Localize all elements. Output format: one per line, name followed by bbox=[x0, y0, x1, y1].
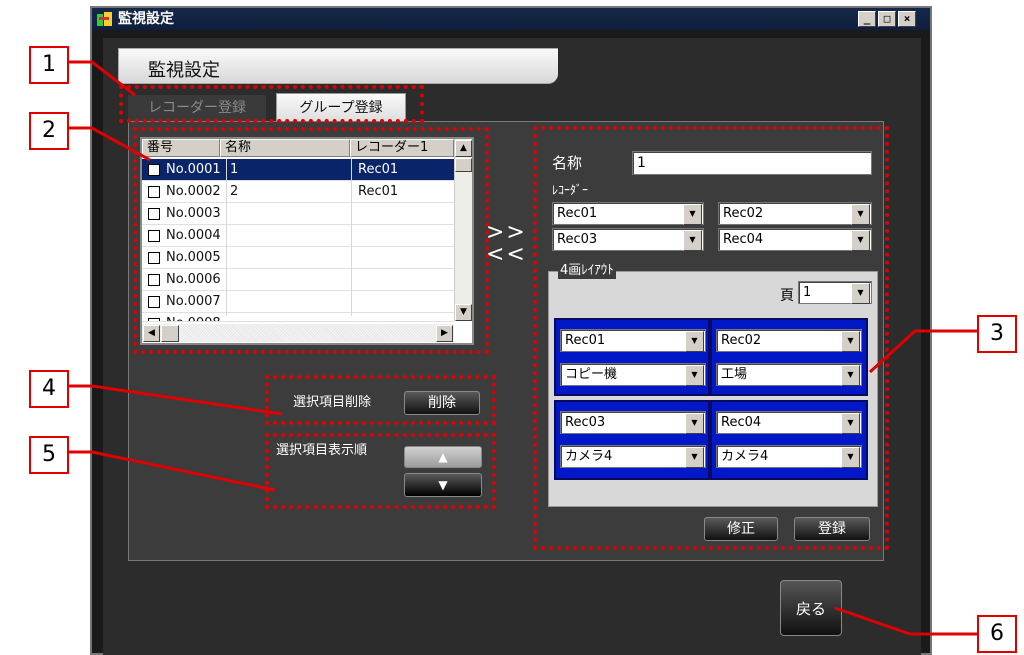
callout-1: 1 bbox=[29, 46, 69, 84]
callout-6: 6 bbox=[977, 615, 1017, 653]
callout-4: 4 bbox=[29, 370, 69, 408]
callout-3: 3 bbox=[977, 315, 1017, 353]
callout-5: 5 bbox=[29, 436, 69, 474]
callout-2: 2 bbox=[29, 112, 69, 150]
callout-leader-lines bbox=[69, 60, 978, 636]
